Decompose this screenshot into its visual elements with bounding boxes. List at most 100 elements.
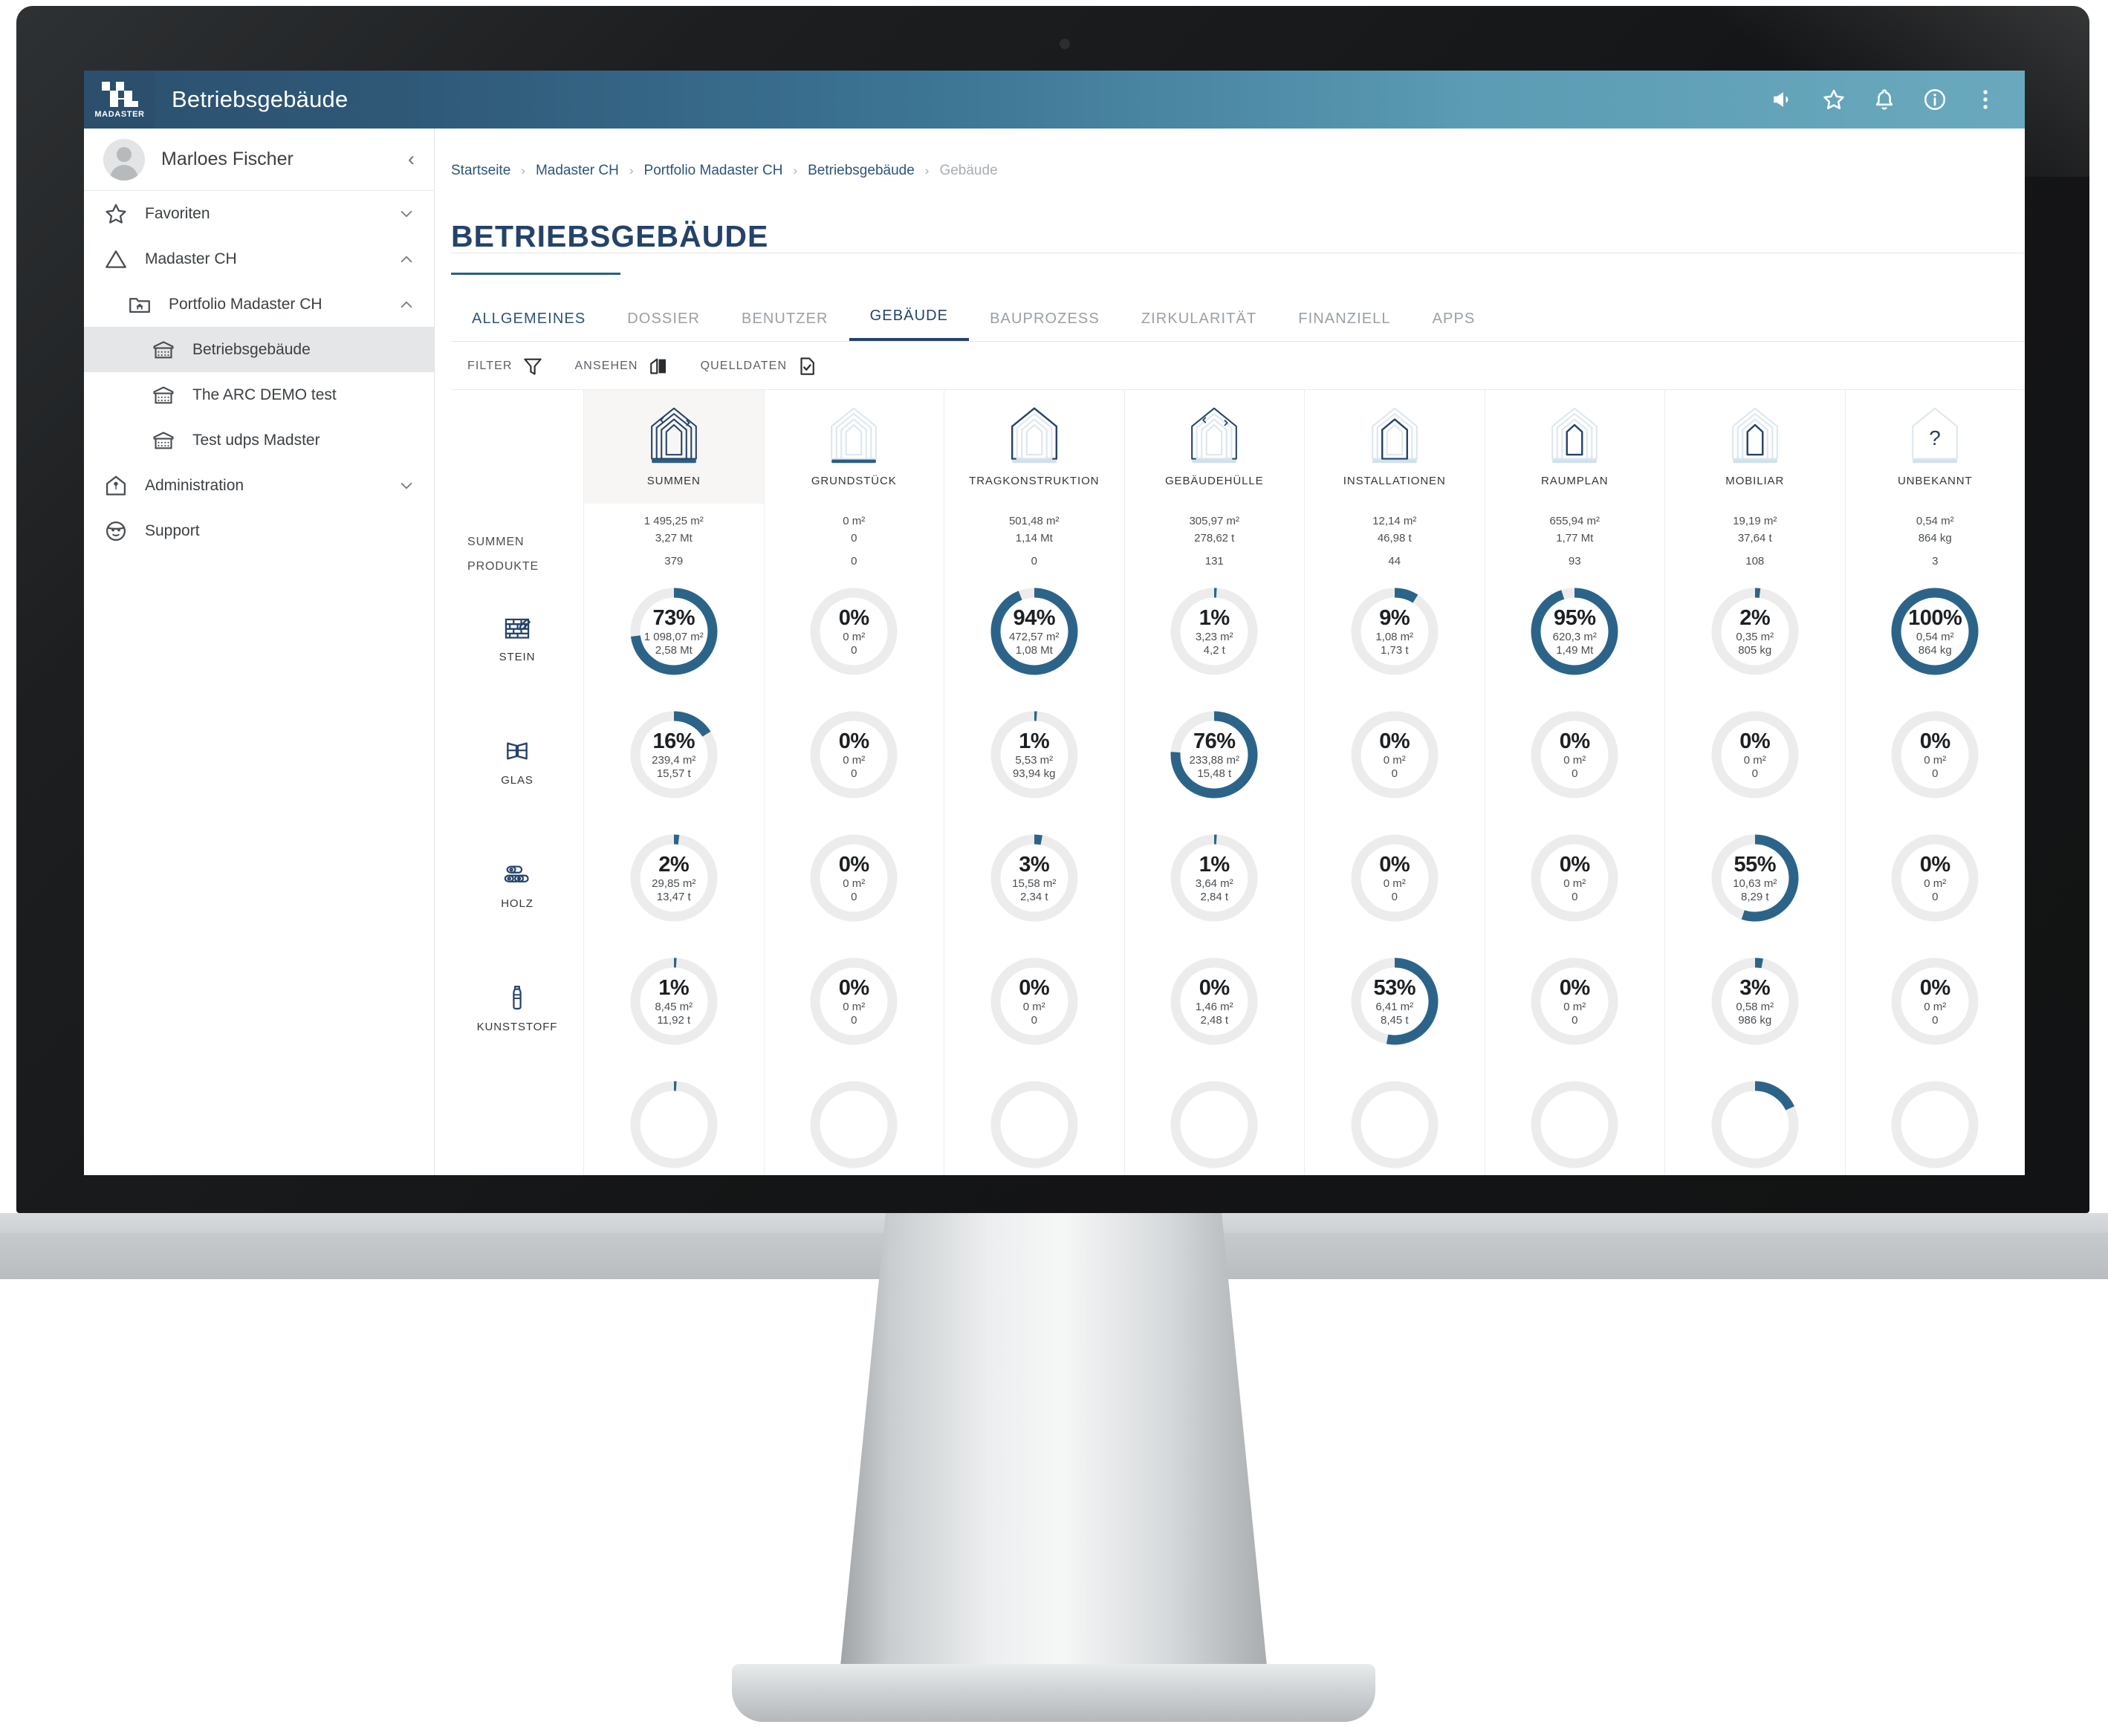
donut-cell[interactable] bbox=[1846, 1063, 2026, 1175]
donut-cell[interactable]: 16% 239,4 m² 15,57 t bbox=[584, 693, 764, 816]
donut-cell[interactable]: 95% 620,3 m² 1,49 Mt bbox=[1485, 570, 1665, 693]
sidebar-item-the-arc-demo-test[interactable]: The ARC DEMO test bbox=[84, 372, 434, 417]
donut-cell[interactable]: 0% 0 m² 0 bbox=[1485, 693, 1665, 816]
tab-geb-ude[interactable]: GEBÄUDE bbox=[849, 300, 970, 341]
toolbar-quelldaten-button[interactable]: QUELLDATEN bbox=[701, 355, 819, 377]
row-label-text: HOLZ bbox=[501, 897, 534, 910]
more-vertical-icon[interactable] bbox=[1973, 87, 1998, 112]
donut-cell[interactable]: 94% 472,57 m² 1,08 Mt bbox=[944, 570, 1124, 693]
donut-mass: 1,08 Mt bbox=[1015, 643, 1053, 657]
donut-cell[interactable]: 73% 1 098,07 m² 2,58 Mt bbox=[584, 570, 764, 693]
row-label-kunststoff[interactable]: KUNSTSTOFF bbox=[461, 946, 573, 1070]
sidebar-item-label: Support bbox=[145, 521, 200, 539]
row-label-glas[interactable]: GLAS bbox=[461, 700, 573, 823]
breadcrumb-item[interactable]: Madaster CH bbox=[536, 163, 619, 179]
donut-cell[interactable]: 3% 15,58 m² 2,34 t bbox=[944, 816, 1124, 940]
donut-cell[interactable]: 0% 0 m² 0 bbox=[765, 816, 944, 940]
announcement-icon[interactable] bbox=[1771, 87, 1796, 112]
column-name: SUMMEN bbox=[646, 475, 701, 487]
donut-labels: 1% 3,23 m² 4,2 t bbox=[1166, 583, 1262, 680]
chevron-up-icon[interactable] bbox=[398, 296, 415, 313]
donut-cell[interactable]: 2% 29,85 m² 13,47 t bbox=[584, 816, 764, 940]
donut-cell[interactable]: 1% 3,23 m² 4,2 t bbox=[1125, 570, 1305, 693]
sidebar-nav: Favoriten Madaster CH Portfolio Madaster… bbox=[84, 191, 434, 553]
tab-apps[interactable]: APPS bbox=[1412, 303, 1496, 341]
donut-cell[interactable]: 1% 5,53 m² 93,94 kg bbox=[944, 693, 1124, 816]
sidebar-user-row[interactable]: Marloes Fischer ‹ bbox=[84, 129, 434, 191]
title-divider-accent bbox=[451, 273, 620, 275]
donut-cell[interactable] bbox=[1665, 1063, 1845, 1175]
toolbar-filter-button[interactable]: FILTER bbox=[467, 355, 544, 377]
column-header[interactable]: RAUMPLAN bbox=[1485, 390, 1665, 504]
chevron-up-icon[interactable] bbox=[398, 251, 415, 267]
tab-benutzer[interactable]: BENUTZER bbox=[721, 303, 849, 341]
donut-cell[interactable]: 0% 0 m² 0 bbox=[1846, 816, 2026, 940]
donut-cell[interactable]: 3% 0,58 m² 986 kg bbox=[1665, 940, 1845, 1063]
column-header[interactable]: GEBÄUDEHÜLLE bbox=[1125, 390, 1305, 504]
donut-cell[interactable]: 0% 1,46 m² 2,48 t bbox=[1125, 940, 1305, 1063]
chevron-down-icon[interactable] bbox=[398, 478, 415, 494]
sidebar-item-test-udps-madster[interactable]: Test udps Madster bbox=[84, 417, 434, 463]
toolbar-ansehen-button[interactable]: ANSEHEN bbox=[575, 355, 669, 377]
sidebar-item-administration[interactable]: Administration bbox=[84, 463, 434, 508]
donut-cell[interactable] bbox=[944, 1063, 1124, 1175]
sidebar-item-support[interactable]: Support bbox=[84, 508, 434, 553]
donut-cell[interactable]: 76% 233,88 m² 15,48 t bbox=[1125, 693, 1305, 816]
bell-icon[interactable] bbox=[1872, 87, 1897, 112]
row-label-stein[interactable]: STEIN bbox=[461, 576, 573, 700]
breadcrumb-item[interactable]: Betriebsgebäude bbox=[808, 163, 915, 179]
donut-cell[interactable]: 0% 0 m² 0 bbox=[765, 940, 944, 1063]
favorite-star-icon[interactable] bbox=[1821, 87, 1846, 112]
sidebar-collapse-button[interactable]: ‹ bbox=[408, 149, 415, 169]
chevron-down-icon[interactable] bbox=[398, 206, 415, 222]
sidebar-item-favoriten[interactable]: Favoriten bbox=[84, 191, 434, 236]
donut-cell[interactable]: 0% 0 m² 0 bbox=[944, 940, 1124, 1063]
donut-labels: 76% 233,88 m² 15,48 t bbox=[1166, 706, 1262, 803]
row-label-holz[interactable]: HOLZ bbox=[461, 823, 573, 946]
tab-finanziell[interactable]: FINANZIELL bbox=[1277, 303, 1411, 341]
column-header[interactable]: SUMMEN bbox=[584, 390, 764, 504]
donut-cell[interactable] bbox=[1305, 1063, 1485, 1175]
donut-cell[interactable]: 0% 0 m² 0 bbox=[765, 693, 944, 816]
donut-cell[interactable] bbox=[1485, 1063, 1665, 1175]
donut-mass: 2,58 Mt bbox=[655, 643, 693, 657]
donut-cell[interactable]: 1% 8,45 m² 11,92 t bbox=[584, 940, 764, 1063]
donut-cell[interactable] bbox=[584, 1063, 764, 1175]
donut-cell[interactable]: 1% 3,64 m² 2,84 t bbox=[1125, 816, 1305, 940]
donut-chart bbox=[1166, 1076, 1262, 1173]
donut-cell[interactable]: 0% 0 m² 0 bbox=[1305, 816, 1485, 940]
tab-zirkularit-t[interactable]: ZIRKULARITÄT bbox=[1121, 303, 1277, 341]
column-header[interactable]: GRUNDSTÜCK bbox=[765, 390, 944, 504]
tab-bauprozess[interactable]: BAUPROZESS bbox=[969, 303, 1121, 341]
donut-cell[interactable]: 2% 0,35 m² 805 kg bbox=[1665, 570, 1845, 693]
donut-cell[interactable]: 0% 0 m² 0 bbox=[1846, 940, 2026, 1063]
sidebar-item-madaster-ch[interactable]: Madaster CH bbox=[84, 236, 434, 282]
tab-allgemeines[interactable]: ALLGEMEINES bbox=[451, 303, 606, 341]
donut-cell[interactable]: 0% 0 m² 0 bbox=[1846, 693, 2026, 816]
donut-cell[interactable]: 100% 0,54 m² 864 kg bbox=[1846, 570, 2026, 693]
donut-cell[interactable]: 55% 10,63 m² 8,29 t bbox=[1665, 816, 1845, 940]
madaster-logo[interactable]: MADASTER bbox=[84, 71, 155, 129]
donut-labels: 0% 0 m² 0 bbox=[1346, 706, 1443, 803]
column-header[interactable]: INSTALLATIONEN bbox=[1305, 390, 1485, 504]
column-header[interactable]: MOBILIAR bbox=[1665, 390, 1845, 504]
breadcrumb-item[interactable]: Startseite bbox=[451, 163, 510, 179]
donut-cell[interactable] bbox=[1125, 1063, 1305, 1175]
donut-cell[interactable]: 0% 0 m² 0 bbox=[1305, 693, 1485, 816]
donut-cell[interactable]: 9% 1,08 m² 1,73 t bbox=[1305, 570, 1485, 693]
tab-bar: ALLGEMEINES DOSSIER BENUTZER GEBÄUDE BAU… bbox=[451, 300, 2025, 342]
donut-cell[interactable]: 53% 6,41 m² 8,45 t bbox=[1305, 940, 1485, 1063]
donut-cell[interactable]: 0% 0 m² 0 bbox=[765, 570, 944, 693]
donut-cell[interactable]: 0% 0 m² 0 bbox=[1665, 693, 1845, 816]
donut-chart: 0% 0 m² 0 bbox=[1887, 706, 1983, 803]
column-header[interactable]: TRAGKONSTRUKTION bbox=[944, 390, 1124, 504]
sidebar-item-betriebsgeb-ude[interactable]: Betriebsgebäude bbox=[84, 327, 434, 372]
breadcrumb-item[interactable]: Portfolio Madaster CH bbox=[644, 163, 783, 179]
donut-cell[interactable] bbox=[765, 1063, 944, 1175]
info-icon[interactable] bbox=[1922, 87, 1948, 112]
column-header[interactable]: ? UNBEKANNT bbox=[1846, 390, 2026, 504]
donut-cell[interactable]: 0% 0 m² 0 bbox=[1485, 816, 1665, 940]
tab-dossier[interactable]: DOSSIER bbox=[606, 303, 721, 341]
sidebar-item-portfolio-madaster-ch[interactable]: Portfolio Madaster CH bbox=[84, 282, 434, 327]
donut-cell[interactable]: 0% 0 m² 0 bbox=[1485, 940, 1665, 1063]
